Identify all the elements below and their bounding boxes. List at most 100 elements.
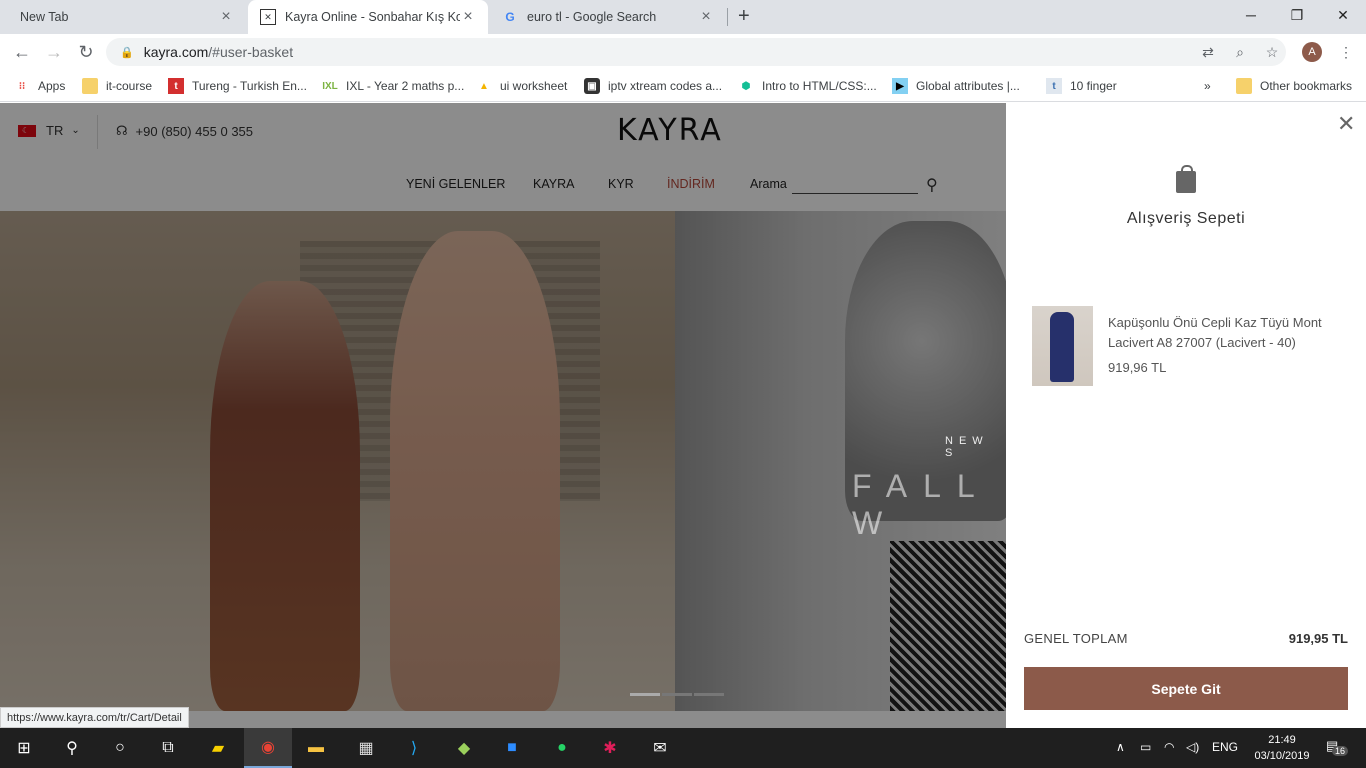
hero-subtitle: NEW S (945, 435, 989, 459)
apps-grid-icon: ⁝⁝ (18, 80, 26, 92)
coat-shape (1050, 312, 1074, 382)
url-host: kayra.com (143, 44, 209, 60)
shopping-bag-icon (1176, 165, 1196, 193)
bookmark-other[interactable]: Other bookmarks (1236, 76, 1352, 96)
tab-kayra[interactable]: ✕ Kayra Online - Sonbahar Kış Kole × (248, 0, 488, 34)
battery-icon[interactable]: ▭ (1140, 740, 1151, 754)
close-icon[interactable]: ✕ (1337, 111, 1355, 137)
bookmarks-overflow-button[interactable]: » (1204, 76, 1211, 96)
notification-center[interactable]: ▤ 16 (1326, 738, 1348, 756)
drive-icon: ▲ (479, 80, 489, 92)
bookmark-label: it-course (106, 79, 153, 93)
bookmark-it-course[interactable]: it-course (82, 76, 152, 96)
back-icon[interactable]: ← (8, 38, 36, 66)
minimize-icon[interactable]: ─ (1228, 0, 1274, 30)
menu-icon[interactable]: ⋮ (1336, 42, 1356, 62)
bookmark-iptv[interactable]: ▣ iptv xtream codes a... (584, 76, 722, 96)
slack-icon[interactable]: ✱ (586, 728, 634, 768)
window-close-icon[interactable]: ✕ (1320, 0, 1366, 30)
t-icon: t (1046, 78, 1062, 94)
tab-strip: New Tab × ✕ Kayra Online - Sonbahar Kış … (0, 0, 1366, 34)
search-icon[interactable]: ⚲ (48, 728, 96, 768)
url-path: /#user-basket (208, 44, 294, 60)
cart-item-name[interactable]: Kapüşonlu Önü Cepli Kaz Tüyü Mont Lacive… (1108, 313, 1348, 353)
total-value: 919,95 TL (1288, 631, 1348, 646)
windows-start-icon[interactable]: ⊞ (0, 728, 48, 768)
chrome-icon[interactable]: ◉ (244, 728, 292, 768)
khan-icon: ⬢ (741, 80, 751, 92)
avatar[interactable]: A (1302, 42, 1322, 62)
dim-overlay[interactable] (0, 103, 1006, 728)
slider-dot[interactable] (662, 693, 692, 696)
bookmark-label: Global attributes |... (916, 79, 1020, 93)
date: 03/10/2019 (1254, 750, 1310, 762)
cart-title: Alışveriş Sepeti (1126, 210, 1246, 227)
translate-icon[interactable]: ⇄ (1198, 42, 1218, 62)
bookmark-global-attributes[interactable]: ▶ Global attributes |... (892, 76, 1020, 96)
cart-item-image[interactable] (1032, 306, 1093, 386)
folder-icon (82, 78, 98, 94)
bookmark-label: 10 finger (1070, 79, 1117, 93)
bookmark-ui-worksheet[interactable]: ▲ ui worksheet (476, 76, 567, 96)
close-icon[interactable]: × (460, 8, 476, 26)
bookmarks-bar: ⁝⁝ Apps it-course t Tureng - Turkish En.… (0, 70, 1366, 102)
bookmark-10-finger[interactable]: t 10 finger (1046, 76, 1117, 96)
bookmark-apps[interactable]: ⁝⁝ Apps (14, 76, 66, 96)
tab-title: euro tl - Google Search (527, 10, 657, 24)
reload-icon[interactable]: ↻ (72, 38, 100, 66)
checkout-button[interactable]: Sepete Git (1024, 667, 1348, 710)
slider-dot[interactable] (694, 693, 724, 696)
slider-dot[interactable] (630, 693, 660, 696)
zoom-icon[interactable]: ⌕ (1230, 42, 1250, 62)
store-icon[interactable]: ▦ (342, 728, 390, 768)
new-tab-button[interactable]: + (738, 5, 750, 28)
address-bar[interactable]: 🔒 kayra.com /#user-basket (106, 38, 1286, 66)
zoom-app-icon[interactable]: ■ (488, 728, 536, 768)
close-icon[interactable]: × (218, 8, 234, 26)
tureng-icon: t (168, 78, 184, 94)
tab-title: Kayra Online - Sonbahar Kış Kole (285, 10, 460, 24)
bookmark-label: iptv xtream codes a... (608, 79, 723, 93)
iptv-icon: ▣ (584, 78, 600, 94)
status-url: https://www.kayra.com/tr/Cart/Detail (0, 707, 189, 728)
bookmark-star-icon[interactable]: ☆ (1262, 42, 1282, 62)
close-icon[interactable]: × (698, 8, 714, 26)
task-view-icon[interactable]: ⧉ (144, 728, 192, 768)
file-explorer-icon[interactable]: ▬ (292, 728, 340, 768)
mail-icon[interactable]: ✉ (636, 728, 684, 768)
kayra-favicon-icon: ✕ (260, 9, 276, 25)
bookmark-ixl[interactable]: IXL IXL - Year 2 maths p... (322, 76, 464, 96)
total-label: GENEL TOPLAM (1024, 631, 1128, 646)
sourcetree-icon[interactable]: ◆ (440, 728, 488, 768)
notification-count: 16 (1331, 746, 1348, 756)
bookmark-label: Apps (38, 79, 66, 93)
tab-separator (727, 8, 728, 26)
page-viewport: TR ⌄ ☊ +90 (850) 455 0 355 KAYRA YENİ GE… (0, 103, 1366, 728)
bookmark-label: Tureng - Turkish En... (192, 79, 307, 93)
bookmark-label: Other bookmarks (1260, 79, 1353, 93)
bookmark-tureng[interactable]: t Tureng - Turkish En... (168, 76, 307, 96)
tray-chevron-icon[interactable]: ∧ (1116, 740, 1125, 754)
tab-google[interactable]: G euro tl - Google Search × (490, 0, 726, 34)
bookmark-label: ui worksheet (500, 79, 568, 93)
taskbar: ⊞ ⚲ ○ ⧉ ▰ ◉ ▬ ▦ ⟩ ◆ ■ ● ✱ ✉ ∧ ▭ ◠ ◁) ENG… (0, 728, 1366, 768)
sticky-notes-icon[interactable]: ▰ (194, 728, 242, 768)
bookmark-label: IXL - Year 2 maths p... (346, 79, 465, 93)
clock[interactable]: 21:49 03/10/2019 (1250, 732, 1314, 764)
bookmark-intro-html[interactable]: ⬢ Intro to HTML/CSS:... (738, 76, 877, 96)
restore-icon[interactable]: ❐ (1274, 0, 1320, 30)
forward-icon[interactable]: → (40, 38, 68, 66)
wifi-icon[interactable]: ◠ (1164, 740, 1174, 754)
vscode-icon[interactable]: ⟩ (390, 728, 438, 768)
browser-toolbar: ← → ↻ 🔒 kayra.com /#user-basket ⇄ ⌕ ☆ ⋮ (0, 34, 1366, 70)
tab-title: New Tab (20, 10, 69, 24)
cortana-icon[interactable]: ○ (96, 728, 144, 768)
language-indicator[interactable]: ENG (1212, 740, 1238, 754)
lock-icon: 🔒 (120, 46, 134, 59)
site-main: TR ⌄ ☊ +90 (850) 455 0 355 KAYRA YENİ GE… (0, 103, 1006, 728)
volume-icon[interactable]: ◁) (1186, 740, 1199, 754)
cart-item-price: 919,96 TL (1108, 360, 1167, 375)
whatsapp-icon[interactable]: ● (538, 728, 586, 768)
hero-title: FALL W (852, 468, 990, 541)
tab-new-tab[interactable]: New Tab × (8, 0, 246, 34)
